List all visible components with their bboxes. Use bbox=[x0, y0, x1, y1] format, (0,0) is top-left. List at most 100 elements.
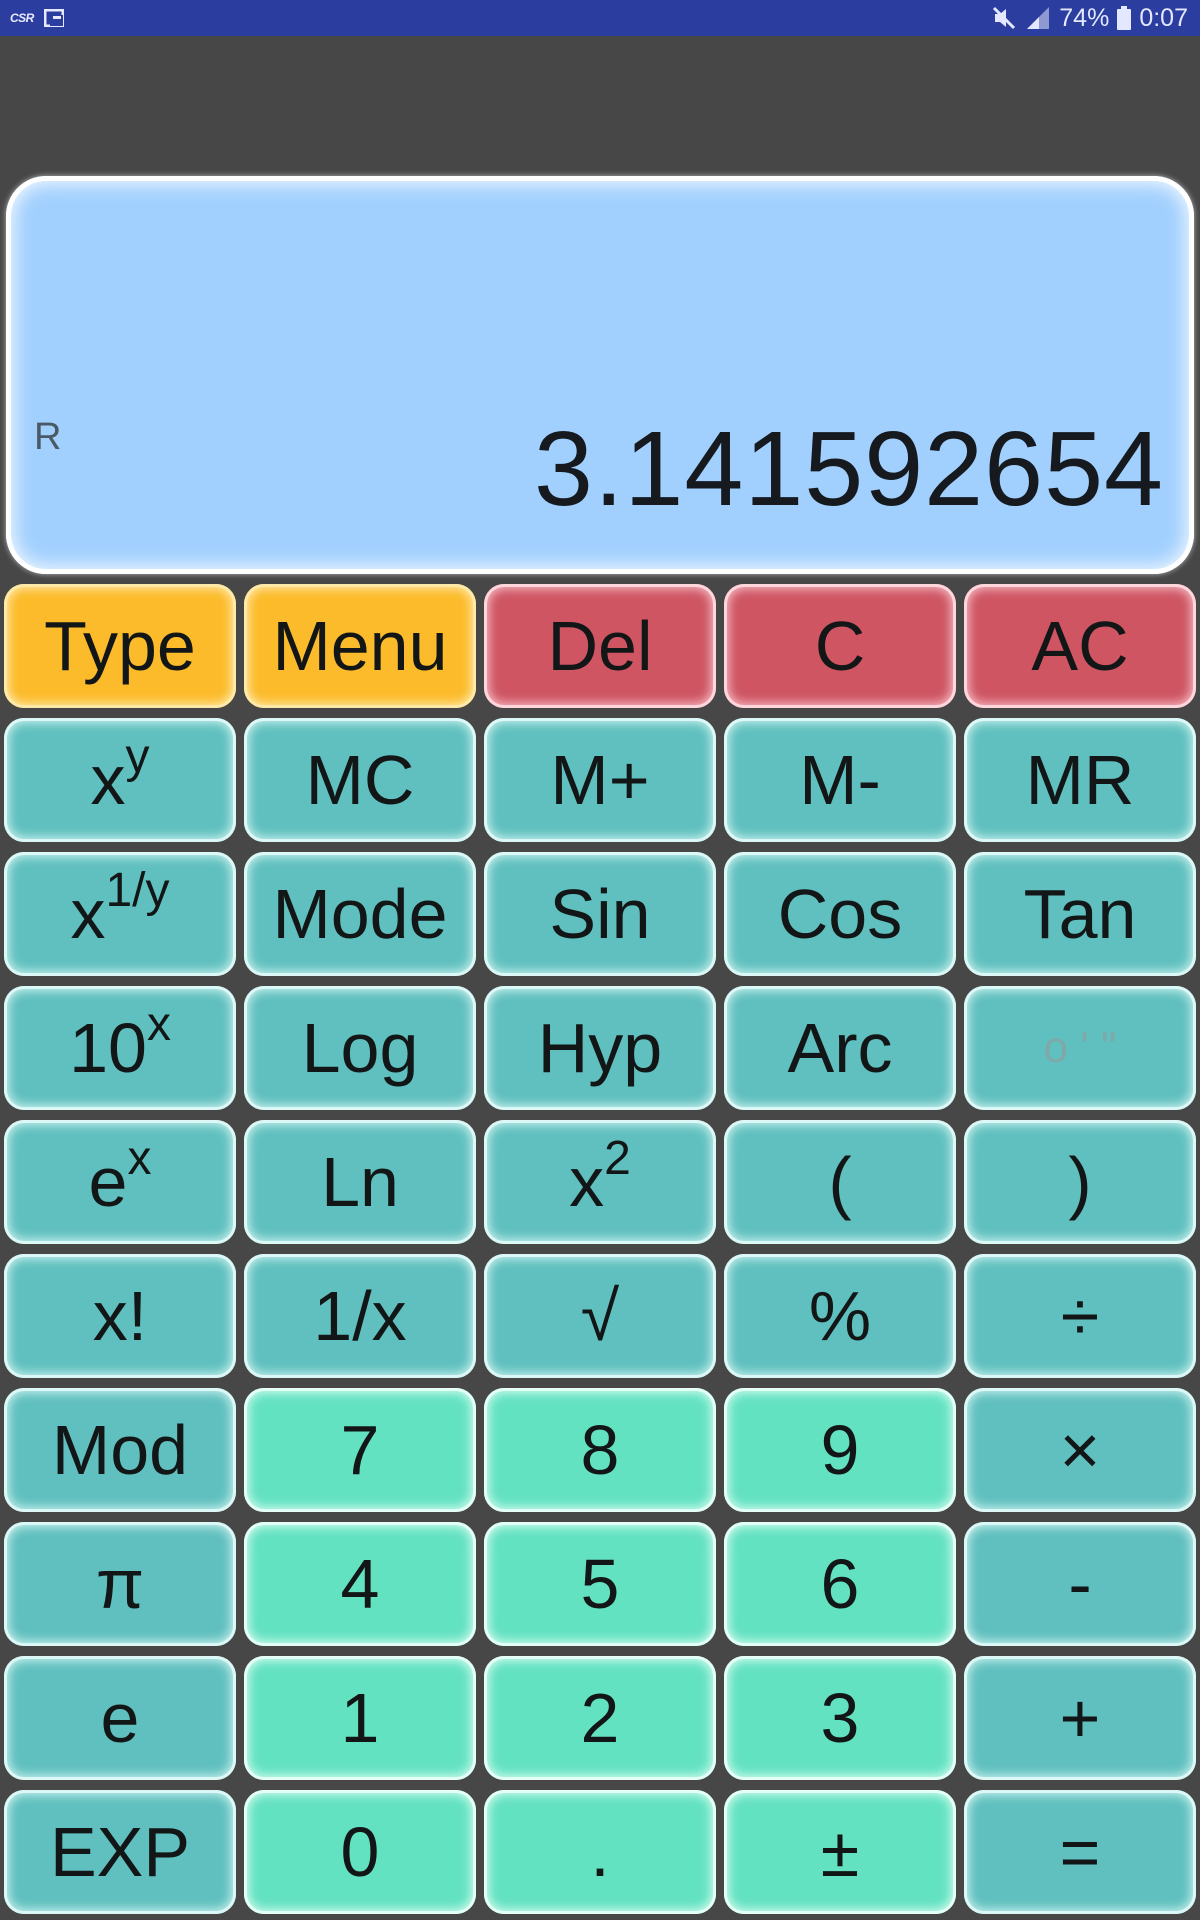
memory-add-label: M+ bbox=[550, 741, 650, 819]
notification-icon bbox=[43, 9, 64, 27]
digit-6-button[interactable]: 6 bbox=[724, 1522, 956, 1646]
close-paren-button[interactable]: ) bbox=[964, 1120, 1196, 1244]
memory-subtract-button[interactable]: M- bbox=[724, 718, 956, 842]
arc-button[interactable]: Arc bbox=[724, 986, 956, 1110]
battery-percent: 74% bbox=[1059, 3, 1110, 32]
mode-button[interactable]: Mode bbox=[244, 852, 476, 976]
digit-0-label: 0 bbox=[340, 1813, 380, 1891]
digit-2-label: 2 bbox=[580, 1679, 620, 1757]
digit-7-button[interactable]: 7 bbox=[244, 1388, 476, 1512]
all-clear-button[interactable]: AC bbox=[964, 584, 1196, 708]
square-button[interactable]: x2 bbox=[484, 1120, 716, 1244]
digit-5-button[interactable]: 5 bbox=[484, 1522, 716, 1646]
type-button-label: Type bbox=[44, 607, 196, 685]
equals-label: = bbox=[1059, 1813, 1101, 1891]
root-button[interactable]: x1/y bbox=[4, 852, 236, 976]
plus-minus-button[interactable]: ± bbox=[724, 1790, 956, 1914]
display-value: 3.141592654 bbox=[534, 410, 1164, 528]
mod-button[interactable]: Mod bbox=[4, 1388, 236, 1512]
sqrt-button[interactable]: √ bbox=[484, 1254, 716, 1378]
minus-label: - bbox=[1068, 1545, 1092, 1623]
pi-label: π bbox=[95, 1545, 145, 1623]
multiply-label: × bbox=[1059, 1411, 1101, 1489]
mod-label: Mod bbox=[51, 1411, 189, 1489]
digit-1-label: 1 bbox=[340, 1679, 380, 1757]
plus-minus-label: ± bbox=[820, 1813, 860, 1891]
percent-button[interactable]: % bbox=[724, 1254, 956, 1378]
type-button[interactable]: Type bbox=[4, 584, 236, 708]
open-paren-button[interactable]: ( bbox=[724, 1120, 956, 1244]
ten-power-exponent: x bbox=[146, 997, 171, 1051]
digit-4-button[interactable]: 4 bbox=[244, 1522, 476, 1646]
status-right-icons: 74% 0:07 bbox=[991, 0, 1188, 36]
root-exponent: 1/y bbox=[105, 863, 170, 917]
power-button[interactable]: xy bbox=[4, 718, 236, 842]
digit-1-button[interactable]: 1 bbox=[244, 1656, 476, 1780]
square-base: x bbox=[569, 1143, 605, 1221]
equals-button[interactable]: = bbox=[964, 1790, 1196, 1914]
tan-button[interactable]: Tan bbox=[964, 852, 1196, 976]
minus-button[interactable]: - bbox=[964, 1522, 1196, 1646]
all-clear-button-label: AC bbox=[1031, 607, 1129, 685]
reciprocal-button[interactable]: 1/x bbox=[244, 1254, 476, 1378]
ln-button[interactable]: Ln bbox=[244, 1120, 476, 1244]
status-left-icons: CSR bbox=[10, 0, 64, 36]
log-button[interactable]: Log bbox=[244, 986, 476, 1110]
digit-3-label: 3 bbox=[820, 1679, 860, 1757]
memory-recall-button[interactable]: MR bbox=[964, 718, 1196, 842]
exp-notation-label: EXP bbox=[49, 1813, 191, 1891]
digit-6-label: 6 bbox=[820, 1545, 860, 1623]
memory-add-button[interactable]: M+ bbox=[484, 718, 716, 842]
digit-7-label: 7 bbox=[340, 1411, 380, 1489]
plus-button[interactable]: + bbox=[964, 1656, 1196, 1780]
power-base: x bbox=[90, 741, 126, 819]
memory-clear-label: MC bbox=[305, 741, 415, 819]
log-button-label: Log bbox=[301, 1009, 419, 1087]
memory-subtract-label: M- bbox=[799, 741, 881, 819]
signal-icon bbox=[1025, 5, 1051, 31]
digit-3-button[interactable]: 3 bbox=[724, 1656, 956, 1780]
status-time: 0:07 bbox=[1139, 3, 1188, 32]
degrees-minutes-seconds-button[interactable]: o ' " bbox=[964, 986, 1196, 1110]
ten-power-button[interactable]: 10x bbox=[4, 986, 236, 1110]
root-button-label: x1/y bbox=[70, 866, 169, 949]
digit-9-label: 9 bbox=[820, 1411, 860, 1489]
clear-button[interactable]: C bbox=[724, 584, 956, 708]
cos-button[interactable]: Cos bbox=[724, 852, 956, 976]
decimal-point-button[interactable]: . bbox=[484, 1790, 716, 1914]
square-exponent: 2 bbox=[604, 1131, 631, 1185]
sin-button[interactable]: Sin bbox=[484, 852, 716, 976]
tan-button-label: Tan bbox=[1023, 875, 1137, 953]
multiply-button[interactable]: × bbox=[964, 1388, 1196, 1512]
hyp-button[interactable]: Hyp bbox=[484, 986, 716, 1110]
divide-button[interactable]: ÷ bbox=[964, 1254, 1196, 1378]
pi-button[interactable]: π bbox=[4, 1522, 236, 1646]
battery-icon bbox=[1117, 6, 1132, 30]
memory-clear-button[interactable]: MC bbox=[244, 718, 476, 842]
exp-e-exponent: x bbox=[127, 1131, 152, 1185]
euler-constant-button[interactable]: e bbox=[4, 1656, 236, 1780]
open-paren-label: ( bbox=[828, 1143, 852, 1221]
reciprocal-label: 1/x bbox=[313, 1277, 407, 1355]
delete-button[interactable]: Del bbox=[484, 584, 716, 708]
exp-e-button[interactable]: ex bbox=[4, 1120, 236, 1244]
factorial-label: x! bbox=[92, 1277, 148, 1355]
exp-e-label: ex bbox=[89, 1134, 152, 1217]
euler-constant-label: e bbox=[100, 1679, 140, 1757]
digit-2-button[interactable]: 2 bbox=[484, 1656, 716, 1780]
exp-notation-button[interactable]: EXP bbox=[4, 1790, 236, 1914]
digit-8-button[interactable]: 8 bbox=[484, 1388, 716, 1512]
sin-button-label: Sin bbox=[549, 875, 651, 953]
calculator-display: R 3.141592654 bbox=[6, 176, 1194, 574]
menu-button[interactable]: Menu bbox=[244, 584, 476, 708]
factorial-button[interactable]: x! bbox=[4, 1254, 236, 1378]
ten-power-base: 10 bbox=[69, 1009, 147, 1087]
hyp-button-label: Hyp bbox=[537, 1009, 663, 1087]
power-button-label: xy bbox=[91, 732, 150, 815]
digit-9-button[interactable]: 9 bbox=[724, 1388, 956, 1512]
digit-5-label: 5 bbox=[580, 1545, 620, 1623]
angle-mode-indicator: R bbox=[34, 416, 62, 458]
mute-icon bbox=[991, 5, 1017, 31]
digit-0-button[interactable]: 0 bbox=[244, 1790, 476, 1914]
ten-power-label: 10x bbox=[69, 1000, 171, 1083]
